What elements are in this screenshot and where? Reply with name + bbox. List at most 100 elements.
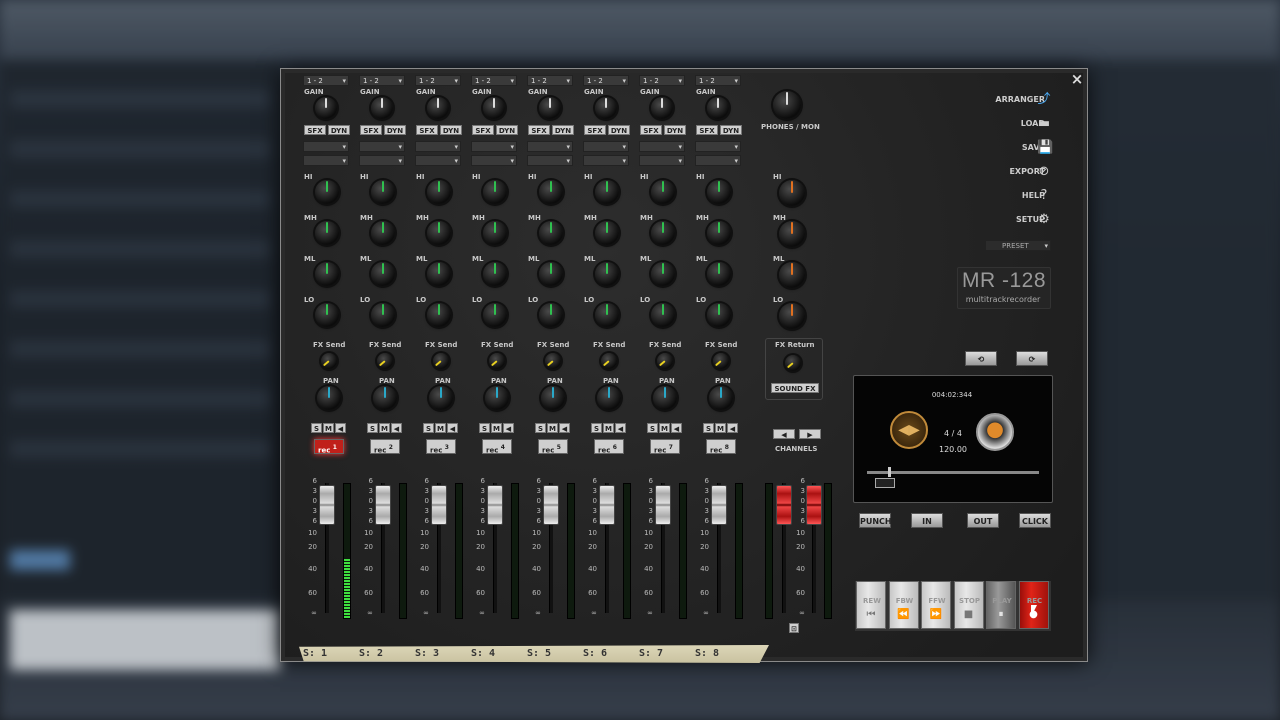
playhead[interactable] xyxy=(887,467,891,477)
eq-ml-knob-1[interactable] xyxy=(315,262,339,286)
gain-knob-5[interactable] xyxy=(539,97,561,119)
insert-select-b-5[interactable] xyxy=(527,155,573,167)
insert-select-a-2[interactable] xyxy=(359,141,405,153)
sfx-button-2[interactable]: SFX xyxy=(360,125,382,135)
channel-fader-5[interactable] xyxy=(543,485,559,525)
input-select-7[interactable]: 1 - 2 xyxy=(639,75,685,87)
sound-fx-button[interactable]: SOUND FX xyxy=(771,383,819,393)
mute-button-5[interactable]: M xyxy=(547,423,558,433)
sfx-button-6[interactable]: SFX xyxy=(584,125,606,135)
dyn-button-2[interactable]: DYN xyxy=(384,125,406,135)
sfx-button-7[interactable]: SFX xyxy=(640,125,662,135)
transport-ffw-button[interactable]: ⏩ FFW xyxy=(921,581,951,629)
pan-knob-4[interactable] xyxy=(485,386,509,410)
transport-rew-button[interactable]: ⏮ REW xyxy=(856,581,886,629)
eq-hi-knob-4[interactable] xyxy=(483,180,507,204)
pan-knob-6[interactable] xyxy=(597,386,621,410)
master-link-button[interactable]: ⊡ xyxy=(789,623,799,633)
fx-send-knob-7[interactable] xyxy=(657,353,673,369)
mute-button-8[interactable]: M xyxy=(715,423,726,433)
phones-knob[interactable] xyxy=(773,91,801,119)
redo-button[interactable]: ⟳ xyxy=(1016,351,1048,366)
fx-send-knob-1[interactable] xyxy=(321,353,337,369)
master-eq-ml-knob[interactable] xyxy=(779,262,805,288)
eq-lo-knob-6[interactable] xyxy=(595,303,619,327)
eq-mh-knob-3[interactable] xyxy=(427,221,451,245)
phase-button-6[interactable]: ◀ xyxy=(615,423,626,433)
input-select-1[interactable]: 1 - 2 xyxy=(303,75,349,87)
insert-select-b-1[interactable] xyxy=(303,155,349,167)
gain-knob-6[interactable] xyxy=(595,97,617,119)
mute-button-3[interactable]: M xyxy=(435,423,446,433)
eq-ml-knob-5[interactable] xyxy=(539,262,563,286)
input-select-6[interactable]: 1 - 2 xyxy=(583,75,629,87)
pan-knob-8[interactable] xyxy=(709,386,733,410)
mute-button-2[interactable]: M xyxy=(379,423,390,433)
channel-fader-1[interactable] xyxy=(319,485,335,525)
phase-button-7[interactable]: ◀ xyxy=(671,423,682,433)
insert-select-b-4[interactable] xyxy=(471,155,517,167)
dyn-button-6[interactable]: DYN xyxy=(608,125,630,135)
phase-button-1[interactable]: ◀ xyxy=(335,423,346,433)
eq-hi-knob-5[interactable] xyxy=(539,180,563,204)
solo-button-2[interactable]: S xyxy=(367,423,378,433)
dyn-button-5[interactable]: DYN xyxy=(552,125,574,135)
sfx-button-4[interactable]: SFX xyxy=(472,125,494,135)
eq-ml-knob-7[interactable] xyxy=(651,262,675,286)
eq-hi-knob-8[interactable] xyxy=(707,180,731,204)
dyn-button-7[interactable]: DYN xyxy=(664,125,686,135)
insert-select-a-4[interactable] xyxy=(471,141,517,153)
rec-arm-button-5[interactable]: rec 5 xyxy=(538,439,568,454)
master-eq-lo-knob[interactable] xyxy=(779,303,805,329)
transport-stop-button[interactable]: ■ STOP xyxy=(953,581,984,629)
punch-click-button[interactable]: CLICK xyxy=(1019,513,1051,528)
dyn-button-8[interactable]: DYN xyxy=(720,125,742,135)
setup-icon[interactable]: ⚙ xyxy=(1037,213,1051,227)
channel-fader-2[interactable] xyxy=(375,485,391,525)
gain-knob-2[interactable] xyxy=(371,97,393,119)
eq-hi-knob-1[interactable] xyxy=(315,180,339,204)
channel-fader-6[interactable] xyxy=(599,485,615,525)
mute-button-4[interactable]: M xyxy=(491,423,502,433)
rec-arm-button-2[interactable]: rec 2 xyxy=(370,439,400,454)
channel-fader-4[interactable] xyxy=(487,485,503,525)
input-select-4[interactable]: 1 - 2 xyxy=(471,75,517,87)
eq-mh-knob-5[interactable] xyxy=(539,221,563,245)
fx-return-knob[interactable] xyxy=(785,355,801,371)
phase-button-2[interactable]: ◀ xyxy=(391,423,402,433)
insert-select-b-7[interactable] xyxy=(639,155,685,167)
help-icon[interactable]: ? xyxy=(1037,189,1051,203)
rec-arm-button-3[interactable]: rec 3 xyxy=(426,439,456,454)
channel-fader-8[interactable] xyxy=(711,485,727,525)
eq-lo-knob-1[interactable] xyxy=(315,303,339,327)
insert-select-b-6[interactable] xyxy=(583,155,629,167)
channel-fader-3[interactable] xyxy=(431,485,447,525)
fx-send-knob-8[interactable] xyxy=(713,353,729,369)
solo-button-5[interactable]: S xyxy=(535,423,546,433)
master-eq-hi-knob[interactable] xyxy=(779,180,805,206)
gain-knob-4[interactable] xyxy=(483,97,505,119)
rec-arm-button-1[interactable]: rec 1 xyxy=(314,439,344,454)
eq-ml-knob-6[interactable] xyxy=(595,262,619,286)
eq-lo-knob-4[interactable] xyxy=(483,303,507,327)
eq-mh-knob-2[interactable] xyxy=(371,221,395,245)
dyn-button-3[interactable]: DYN xyxy=(440,125,462,135)
undo-button[interactable]: ⟲ xyxy=(965,351,997,366)
pan-knob-3[interactable] xyxy=(429,386,453,410)
arranger-icon[interactable]: ⤴ xyxy=(1037,93,1051,107)
pan-knob-5[interactable] xyxy=(541,386,565,410)
dyn-button-1[interactable]: DYN xyxy=(328,125,350,135)
pan-knob-7[interactable] xyxy=(653,386,677,410)
insert-select-a-3[interactable] xyxy=(415,141,461,153)
solo-button-6[interactable]: S xyxy=(591,423,602,433)
eq-mh-knob-6[interactable] xyxy=(595,221,619,245)
mute-button-6[interactable]: M xyxy=(603,423,614,433)
channels-next-button[interactable]: ▶ xyxy=(799,429,821,439)
sfx-button-1[interactable]: SFX xyxy=(304,125,326,135)
eq-mh-knob-8[interactable] xyxy=(707,221,731,245)
punch-out-button[interactable]: OUT xyxy=(967,513,999,528)
loop-marker[interactable] xyxy=(875,478,895,488)
tempo-knob[interactable]: ◀▶ xyxy=(890,411,928,449)
insert-select-a-6[interactable] xyxy=(583,141,629,153)
phase-button-5[interactable]: ◀ xyxy=(559,423,570,433)
